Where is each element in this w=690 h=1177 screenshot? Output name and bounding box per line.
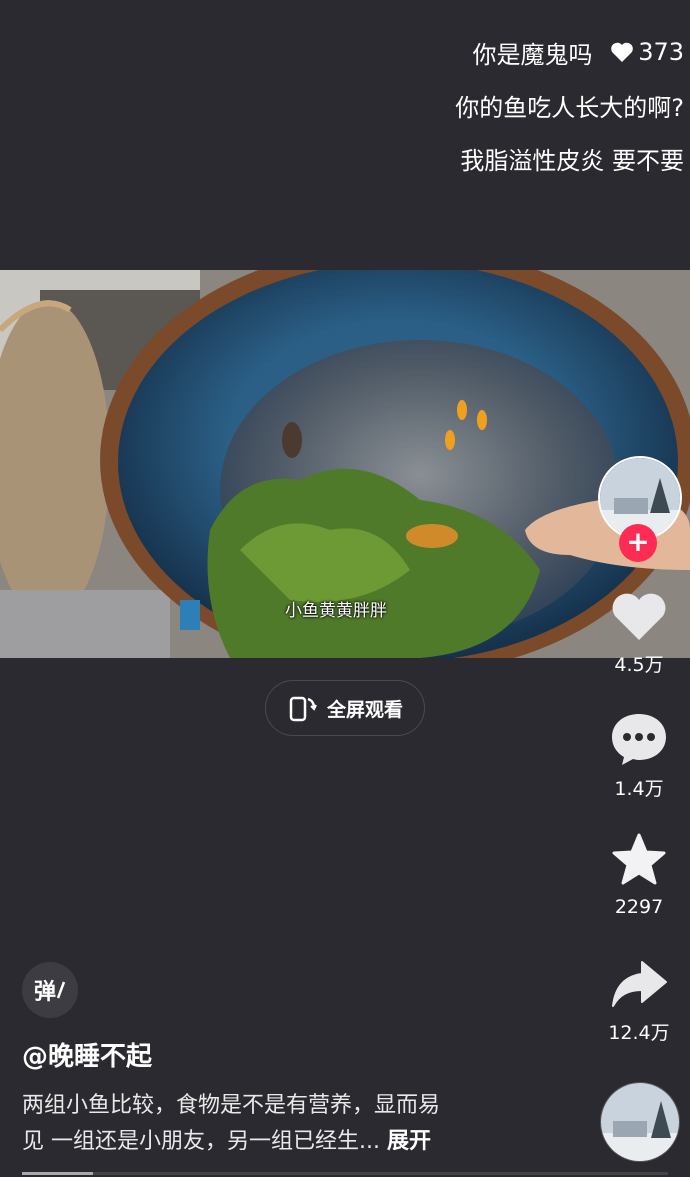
follow-plus-button[interactable]: + bbox=[619, 524, 657, 562]
favorite-button[interactable]: 2297 bbox=[594, 832, 684, 918]
fullscreen-label: 全屏观看 bbox=[326, 698, 403, 721]
danmaku-label: 弹 bbox=[33, 980, 56, 1005]
description-line: 见 一组还是小朋友，另一组已经生... bbox=[22, 1129, 380, 1154]
share-arrow-icon bbox=[612, 961, 667, 1007]
author-avatar-follow[interactable]: + bbox=[598, 456, 682, 562]
heart-icon bbox=[611, 42, 633, 62]
comment-text: 我脂溢性皮炎 要不要 bbox=[460, 147, 684, 175]
comment-text: 你是魔鬼吗 bbox=[472, 41, 593, 69]
comment-item[interactable]: 你的鱼吃人长大的啊? bbox=[455, 94, 684, 122]
video-caption: 小鱼黄黄胖胖 bbox=[285, 601, 387, 621]
music-cover-image bbox=[601, 1083, 679, 1161]
video-description: 两组小鱼比较，食物是不是有营养，显而易 见 一组还是小朋友，另一组已经生... … bbox=[22, 1088, 542, 1160]
expand-link[interactable]: 展开 bbox=[387, 1129, 431, 1154]
like-count: 4.5万 bbox=[614, 654, 664, 676]
comment-item[interactable]: 你是魔鬼吗 373 bbox=[455, 38, 684, 69]
comment-danmaku-list: 你是魔鬼吗 373 你的鱼吃人长大的啊? 我脂溢性皮炎 要不要 bbox=[455, 38, 684, 200]
music-disc[interactable] bbox=[600, 1082, 680, 1162]
like-button[interactable]: 4.5万 bbox=[594, 590, 684, 677]
share-button[interactable]: 12.4万 bbox=[594, 958, 684, 1045]
comment-bubble-icon bbox=[612, 714, 666, 765]
playback-progress-bar[interactable] bbox=[22, 1172, 668, 1175]
heart-icon bbox=[612, 593, 666, 640]
star-icon bbox=[612, 833, 666, 885]
comment-like-count: 373 bbox=[638, 38, 684, 66]
comment-button[interactable]: 1.4万 bbox=[594, 710, 684, 801]
danmaku-slash-icon bbox=[56, 981, 66, 999]
fullscreen-button[interactable]: 全屏观看 bbox=[265, 680, 425, 736]
comment-likes: 373 bbox=[610, 38, 684, 66]
comment-count: 1.4万 bbox=[614, 778, 664, 800]
share-count: 12.4万 bbox=[608, 1022, 670, 1044]
danmaku-toggle-button[interactable]: 弹 bbox=[22, 962, 78, 1018]
comment-text: 你的鱼吃人长大的啊? bbox=[455, 94, 684, 122]
description-line: 两组小鱼比较，食物是不是有营养，显而易 bbox=[22, 1093, 441, 1118]
comment-item[interactable]: 我脂溢性皮炎 要不要 bbox=[455, 147, 684, 175]
playback-progress-fill bbox=[22, 1172, 94, 1175]
author-name[interactable]: @晚睡不起 bbox=[22, 1036, 152, 1073]
favorite-count: 2297 bbox=[614, 896, 664, 918]
rotate-screen-icon bbox=[289, 696, 317, 722]
